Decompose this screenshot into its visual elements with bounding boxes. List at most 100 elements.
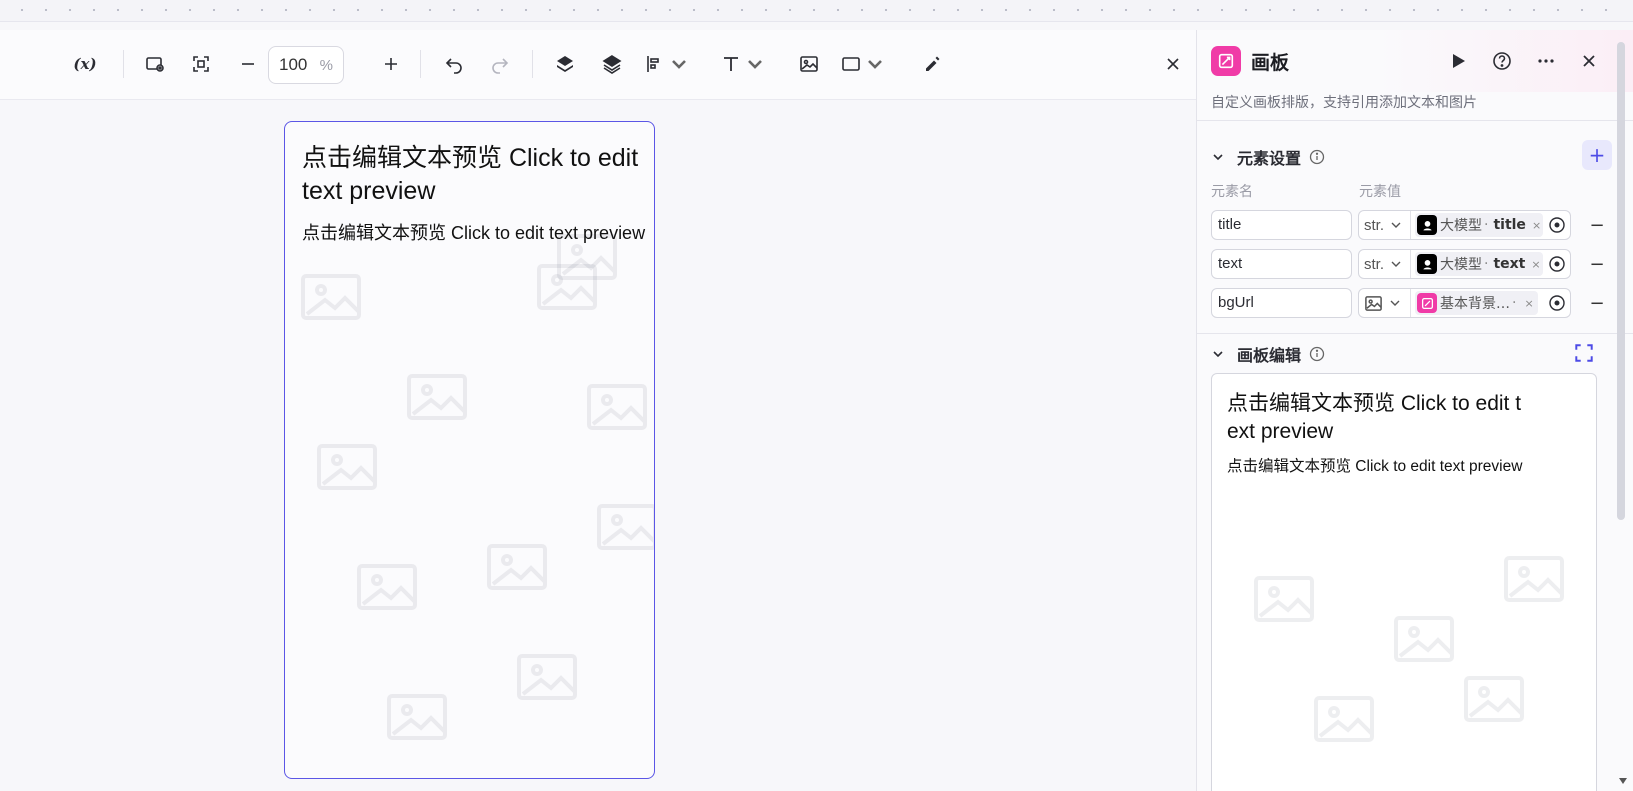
pencil-button[interactable] — [916, 48, 950, 80]
canvas-preview[interactable]: 点击编辑文本预览 Click to edit text preview 点击编辑… — [1211, 373, 1597, 791]
element-name-column-label: 元素名 — [1211, 184, 1253, 200]
fit-view-icon — [193, 56, 209, 72]
chevron-down-icon — [748, 60, 762, 69]
canvas-editor-header[interactable]: 画板编辑 — [1211, 342, 1325, 366]
variables-label: (x) — [73, 55, 97, 73]
artboard-title-text[interactable]: 点击编辑文本预览 Click to edit text preview — [302, 142, 647, 208]
image-type-icon — [1365, 295, 1382, 311]
panel-divider — [1197, 333, 1633, 334]
panel-title: 画板 — [1251, 52, 1290, 74]
add-element-button[interactable]: + — [1582, 140, 1612, 170]
delete-element-button[interactable]: − — [1583, 210, 1611, 240]
chevron-down-icon — [1213, 351, 1223, 358]
minus-icon — [242, 63, 254, 65]
canvas-area[interactable]: 画板 点击编辑文本预览 Click to edit text preview 点… — [0, 101, 1196, 791]
canvas-icon — [1417, 293, 1437, 313]
target-icon[interactable] — [1548, 216, 1566, 234]
help-button[interactable] — [1487, 46, 1517, 76]
reference-separator: · — [1484, 256, 1489, 272]
undo-button[interactable] — [437, 48, 471, 80]
canvas-settings-icon — [146, 57, 164, 72]
reference-field: text — [1493, 256, 1526, 272]
remove-reference-icon[interactable]: × — [1532, 219, 1541, 232]
element-value-field[interactable]: 基本背景… · × — [1358, 288, 1571, 318]
panel-description: 自定义画板排版，支持引用添加文本和图片 — [1211, 95, 1477, 111]
zoom-value: 100 — [279, 55, 308, 74]
target-icon[interactable] — [1548, 255, 1566, 273]
bring-front-button[interactable] — [548, 48, 582, 80]
canvas-toolbar: (x) 100 % — [0, 30, 1196, 100]
zoom-unit: % — [319, 56, 333, 74]
element-name-input[interactable]: bgUrl — [1211, 288, 1352, 318]
reference-source: 大模型 — [1440, 257, 1482, 273]
variables-button[interactable]: (x) — [68, 48, 102, 80]
watermark-image-icon — [1502, 554, 1566, 604]
element-name-input[interactable]: title — [1211, 210, 1352, 240]
watermark-image-icon — [315, 442, 379, 492]
remove-reference-icon[interactable]: × — [1531, 258, 1540, 271]
chevron-down-icon — [1213, 154, 1223, 161]
panel-scrollbar[interactable] — [1617, 42, 1625, 520]
zoom-out-button[interactable] — [231, 48, 265, 80]
more-button[interactable] — [1531, 46, 1561, 76]
delete-element-button[interactable]: − — [1583, 249, 1611, 279]
image-button[interactable] — [792, 48, 826, 80]
chevron-down-icon — [1391, 222, 1401, 228]
chevron-down-icon — [1391, 261, 1401, 267]
properties-panel: 画板 自定义画板排版，支持引用添加文本和图片 元素设置 + 元素名 元素值 ti… — [1196, 30, 1633, 791]
layers-button[interactable] — [595, 48, 629, 80]
shape-dropdown[interactable] — [838, 48, 888, 80]
element-value-field[interactable]: str. 大模型 · title × — [1358, 210, 1571, 240]
expand-icon[interactable] — [1573, 342, 1595, 364]
element-name-input[interactable]: text — [1211, 249, 1352, 279]
scroll-down-arrow-icon[interactable] — [1619, 778, 1627, 784]
watermark-image-icon — [485, 542, 549, 592]
target-icon[interactable] — [1548, 294, 1566, 312]
zoom-input[interactable]: 100 % — [268, 46, 344, 84]
close-editor-button[interactable] — [1156, 48, 1190, 80]
element-value-field[interactable]: str. 大模型 · text × — [1358, 249, 1571, 279]
preview-body-text[interactable]: 点击编辑文本预览 Click to edit text preview — [1227, 456, 1527, 478]
run-button[interactable] — [1443, 46, 1473, 76]
more-icon — [1538, 59, 1554, 63]
canvas-size-button[interactable] — [138, 48, 172, 80]
watermark-image-icon — [515, 652, 579, 702]
preview-title-text[interactable]: 点击编辑文本预览 Click to edit text preview — [1227, 390, 1527, 446]
canvas-editor-title: 画板编辑 — [1237, 346, 1302, 365]
close-panel-button[interactable] — [1574, 46, 1604, 76]
remove-reference-icon[interactable]: × — [1524, 297, 1533, 310]
chevron-down-icon — [868, 60, 882, 69]
info-icon — [1309, 149, 1325, 165]
type-select[interactable]: str. — [1359, 211, 1411, 239]
reference-field: title — [1493, 217, 1526, 233]
rectangle-icon — [842, 57, 860, 71]
fit-view-button[interactable] — [184, 48, 218, 80]
align-dropdown[interactable] — [642, 48, 692, 80]
ruler-ticks — [10, 9, 1623, 11]
element-settings-header[interactable]: 元素设置 — [1211, 145, 1325, 169]
watermark-image-icon — [355, 562, 419, 612]
layer-up-icon — [557, 56, 573, 72]
artboard[interactable]: 点击编辑文本预览 Click to edit text preview 点击编辑… — [284, 121, 655, 779]
help-icon — [1493, 52, 1511, 70]
artboard-body-text[interactable]: 点击编辑文本预览 Click to edit text preview — [302, 220, 647, 246]
reference-tag: 基本背景… · × — [1415, 291, 1538, 315]
reference-source: 大模型 — [1440, 218, 1482, 234]
type-select[interactable] — [1359, 289, 1411, 317]
reference-source: 基本背景… — [1440, 296, 1510, 312]
close-icon — [1167, 58, 1179, 70]
delete-element-button[interactable]: − — [1583, 288, 1611, 318]
watermark-image-icon — [595, 502, 654, 552]
chevron-down-icon — [1390, 300, 1400, 306]
watermark-image-icon — [1312, 694, 1376, 744]
redo-button[interactable] — [483, 48, 517, 80]
zoom-in-button[interactable] — [374, 48, 408, 80]
text-icon — [724, 57, 738, 71]
text-dropdown[interactable] — [718, 48, 768, 80]
type-select-value: str. — [1364, 216, 1385, 234]
pencil-icon — [926, 56, 940, 71]
llm-icon — [1417, 254, 1437, 274]
plus-icon — [385, 58, 397, 70]
type-select[interactable]: str. — [1359, 250, 1411, 278]
reference-tag: 大模型 · text × — [1415, 252, 1543, 276]
